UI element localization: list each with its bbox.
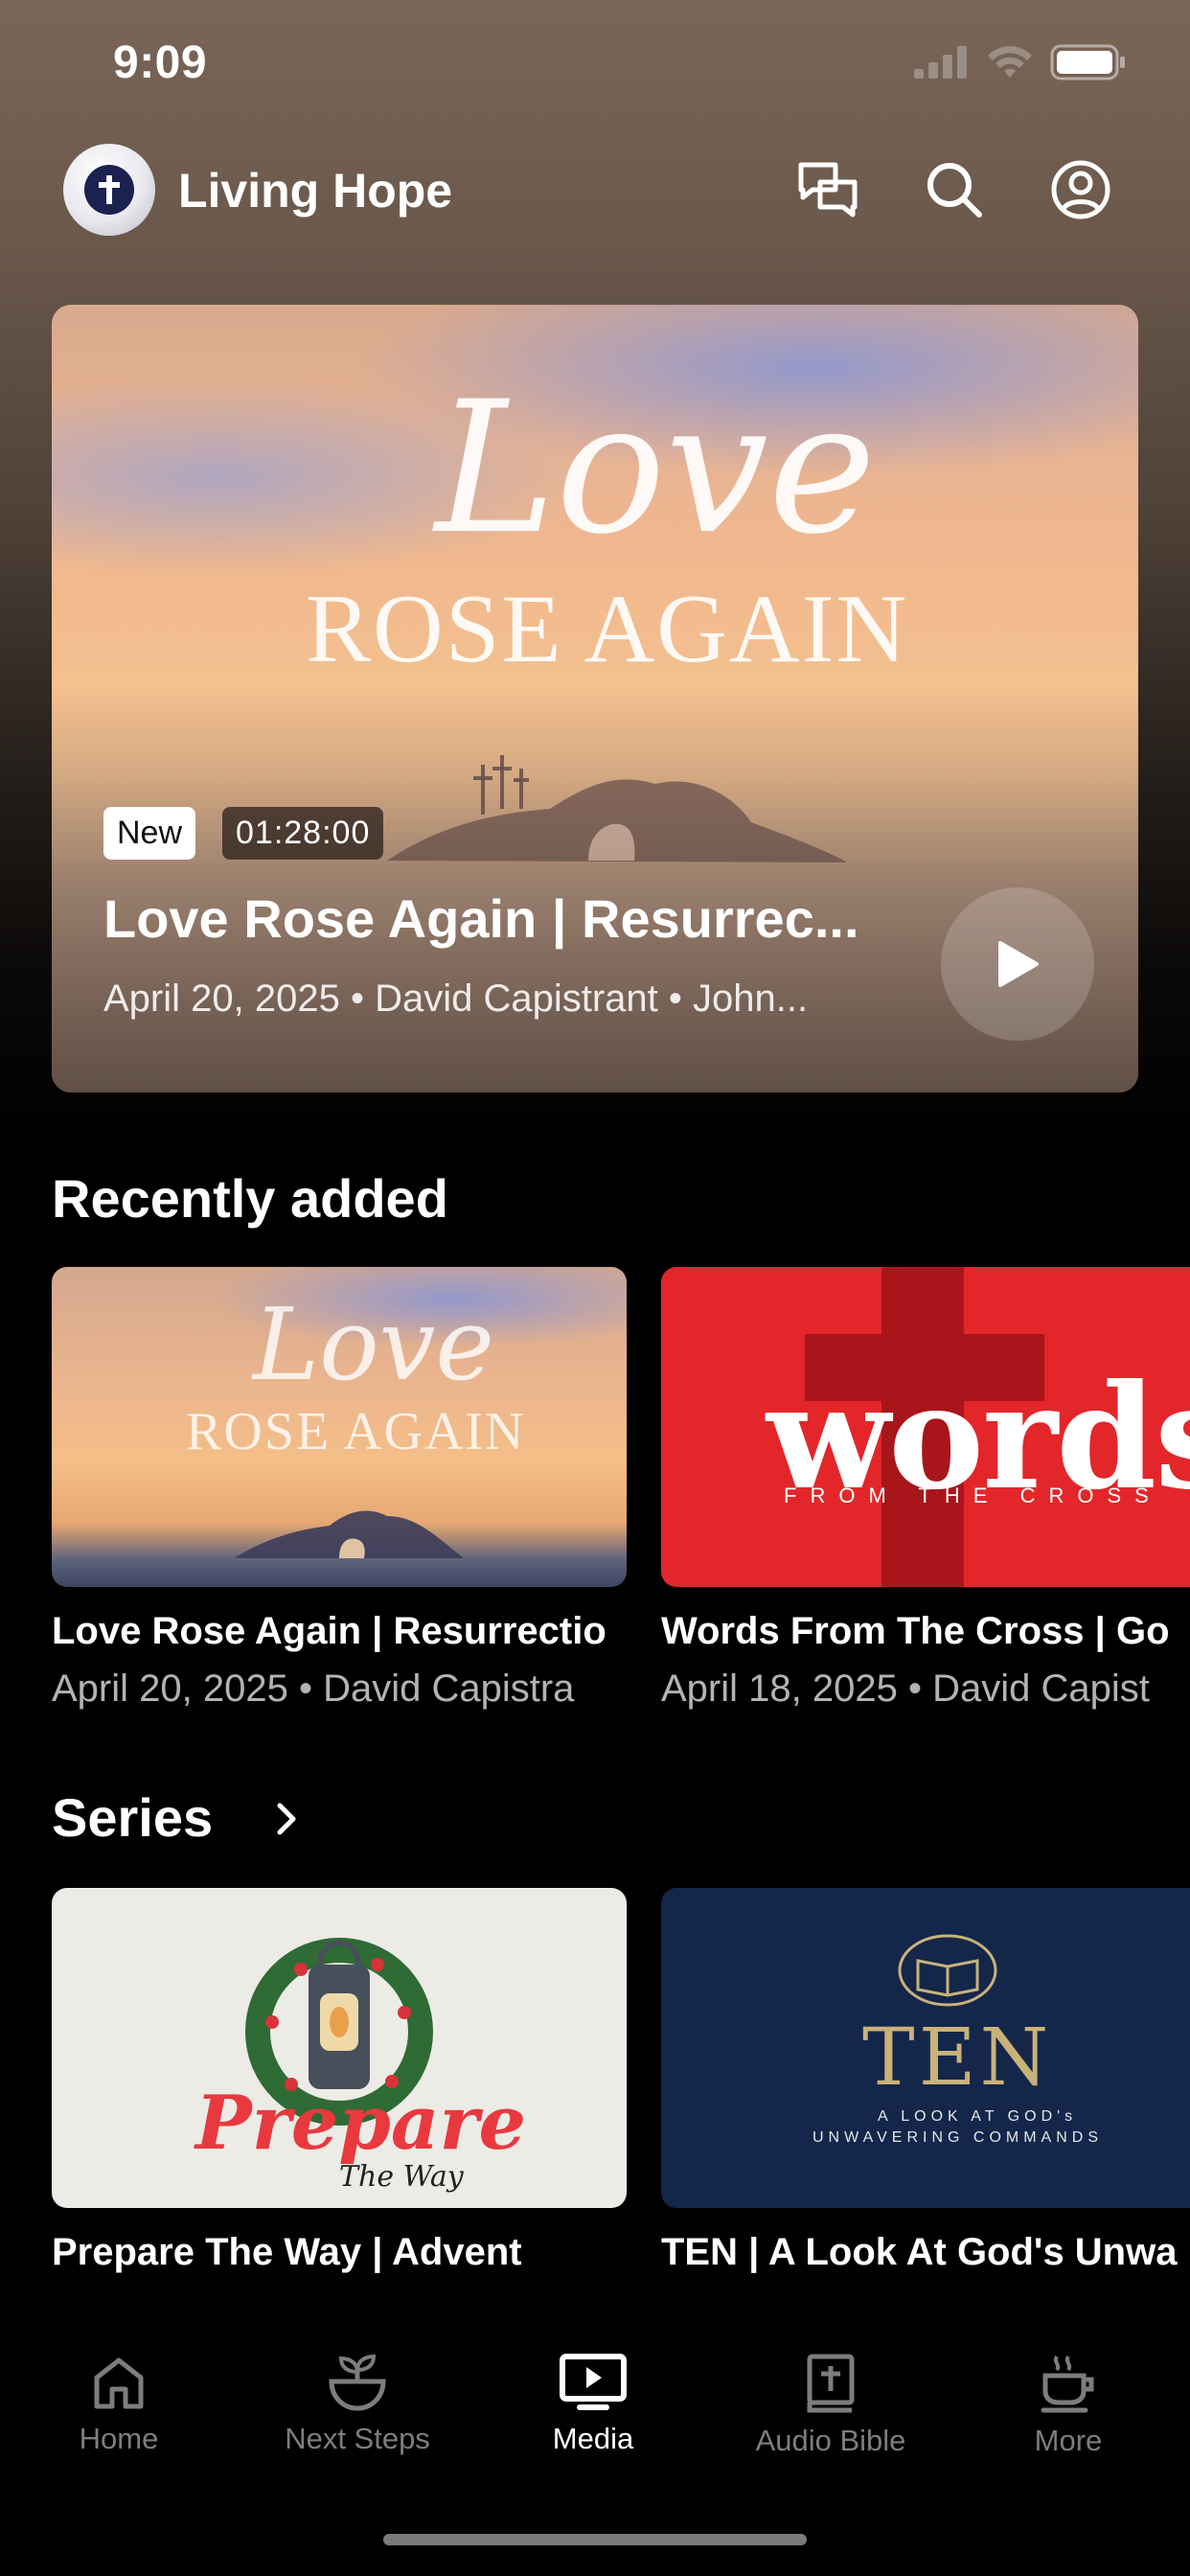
new-badge: New xyxy=(103,807,196,860)
recent-item-thumbnail[interactable]: words FROM THE CROSS xyxy=(661,1267,1190,1587)
status-time: 9:09 xyxy=(113,37,208,88)
recent-item-thumbnail[interactable]: Love ROSE AGAIN xyxy=(52,1267,627,1587)
media-icon xyxy=(560,2354,627,2410)
tab-home[interactable]: Home xyxy=(9,2353,229,2456)
tab-label: Media xyxy=(552,2422,634,2455)
series-item-thumbnail[interactable]: Prepare The Way xyxy=(52,1888,627,2208)
recently-added-heading: Recently added xyxy=(52,1168,448,1229)
series-heading[interactable]: Series xyxy=(52,1786,213,1849)
recent-artwork-script: Love xyxy=(253,1286,494,1403)
recent-item-title[interactable]: Words From The Cross | Go xyxy=(661,1610,1190,1653)
sprout-icon xyxy=(329,2354,386,2411)
recent-item-title[interactable]: Love Rose Again | Resurrectio xyxy=(52,1610,627,1653)
tab-label: Next Steps xyxy=(285,2422,430,2455)
tab-label: Audio Bible xyxy=(755,2424,906,2457)
recent-artwork-tomb xyxy=(234,1510,464,1558)
recent-artwork-caps: ROSE AGAIN xyxy=(186,1402,526,1461)
hero-title: Love Rose Again | Resurrec... xyxy=(103,888,859,949)
hero-meta: April 20, 2025 • David Capistrant • John… xyxy=(103,978,809,1020)
play-button[interactable] xyxy=(941,887,1094,1041)
home-indicator[interactable] xyxy=(383,2534,807,2545)
hero-artwork-caps: ROSE AGAIN xyxy=(306,575,909,683)
prepare-artwork-title: Prepare xyxy=(195,2080,527,2167)
chat-icon xyxy=(798,162,858,218)
chat-button[interactable] xyxy=(793,155,862,224)
tab-more[interactable]: More xyxy=(958,2353,1179,2458)
series-item-thumbnail[interactable]: TEN A LOOK AT GOD's UNWAVERING COMMANDS xyxy=(661,1888,1190,2208)
ten-artwork-title: TEN xyxy=(862,2012,1053,2104)
tab-media[interactable]: Media xyxy=(483,2353,703,2456)
ten-artwork-sub1: A LOOK AT GOD's xyxy=(878,2108,1078,2125)
search-icon xyxy=(927,163,982,218)
church-logo[interactable] xyxy=(63,144,155,236)
battery-icon xyxy=(1050,44,1125,80)
coffee-cup-icon xyxy=(1041,2355,1094,2413)
tab-label: More xyxy=(1034,2424,1103,2457)
bible-icon xyxy=(807,2354,855,2413)
tab-label: Home xyxy=(79,2422,159,2455)
open-book-emblem xyxy=(898,1934,997,2007)
recent-item-meta: April 18, 2025 • David Capist xyxy=(661,1668,1150,1710)
prepare-artwork-sub: The Way xyxy=(339,2160,464,2194)
ten-artwork-sub2: UNWAVERING COMMANDS xyxy=(812,2129,1103,2146)
play-icon xyxy=(998,941,1039,987)
tab-next-steps[interactable]: Next Steps xyxy=(247,2353,468,2456)
app-title: Living Hope xyxy=(178,164,453,218)
chevron-right-icon[interactable] xyxy=(272,1800,301,1838)
profile-icon xyxy=(1051,160,1110,219)
tab-audio-bible[interactable]: Audio Bible xyxy=(721,2353,941,2458)
hero-artwork-script: Love xyxy=(435,362,877,574)
home-icon xyxy=(94,2358,144,2409)
duration-badge: 01:28:00 xyxy=(222,807,384,860)
profile-button[interactable] xyxy=(1046,155,1115,224)
recent-item-meta: April 20, 2025 • David Capistra xyxy=(52,1668,575,1710)
cross-icon xyxy=(84,165,134,215)
series-item-title[interactable]: Prepare The Way | Advent xyxy=(52,2231,627,2274)
featured-sermon-card[interactable]: Love ROSE AGAIN New 01:28:00 Love Rose A… xyxy=(52,305,1138,1092)
wifi-icon xyxy=(988,46,1032,78)
signal-icon xyxy=(914,46,967,79)
status-icons xyxy=(914,44,1127,80)
words-artwork-sub: FROM THE CROSS xyxy=(784,1484,1162,1507)
search-button[interactable] xyxy=(920,155,989,224)
series-item-title[interactable]: TEN | A Look At God's Unwa xyxy=(661,2231,1190,2274)
